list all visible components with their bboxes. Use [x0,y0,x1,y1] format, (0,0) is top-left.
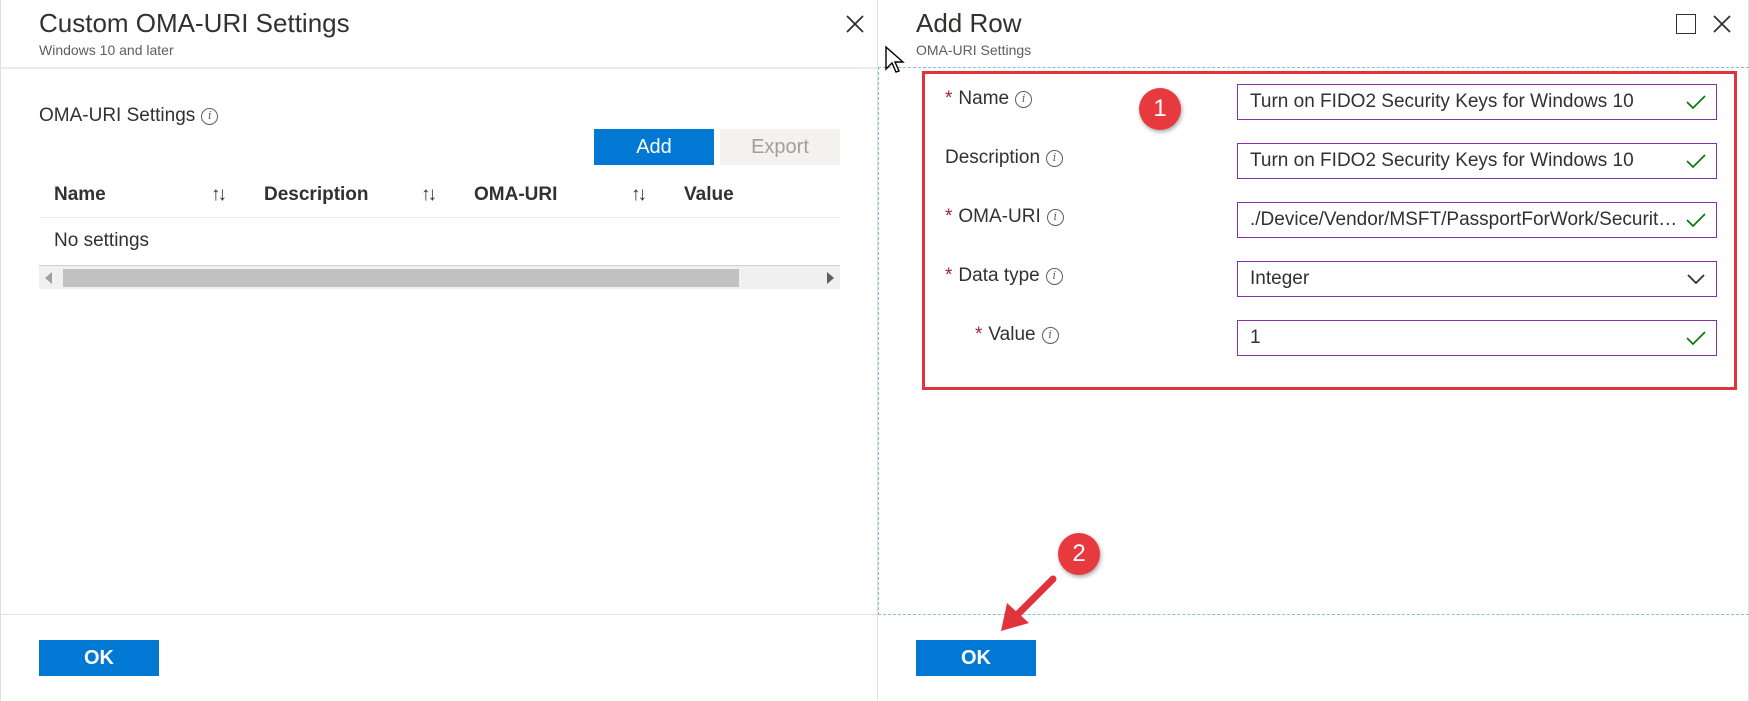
form-label-data-type: * Data type i [945,265,1063,287]
value-field[interactable]: 1 [1237,320,1717,356]
info-icon[interactable]: i [1041,326,1059,344]
close-icon[interactable] [1708,10,1736,38]
description-field-value: Turn on FIDO2 Security Keys for Windows … [1250,150,1634,171]
column-header-name[interactable]: Name [54,184,106,206]
settings-table-header: Name ↑↓ Description ↑↓ OMA-URI ↑↓ Value [39,176,840,218]
custom-oma-uri-blade: Custom OMA-URI Settings Windows 10 and l… [0,0,878,701]
scroll-right-icon[interactable] [827,272,834,284]
check-icon [1686,95,1706,110]
check-icon [1686,154,1706,169]
sort-icon[interactable]: ↑↓ [421,184,437,206]
footer-divider [1,614,878,615]
form-label-value: * Value i [975,324,1059,346]
blade-subtitle: Windows 10 and later [39,42,174,58]
oma-uri-field[interactable]: ./Device/Vendor/MSFT/PassportForWork/Sec… [1237,202,1717,238]
required-marker: * [945,206,953,227]
check-icon [1686,213,1706,228]
info-icon[interactable]: i [1045,267,1063,285]
label-text: Description [945,147,1041,168]
check-icon [1686,331,1706,346]
header-divider [1,67,878,69]
annotation-badge-1: 1 [1139,88,1181,130]
required-marker: * [975,324,983,345]
label-text: OMA-URI [958,206,1041,227]
blade-title: Custom OMA-URI Settings [39,8,350,38]
section-label-text: OMA-URI Settings [39,105,196,126]
column-header-value[interactable]: Value [684,184,734,206]
info-icon[interactable]: i [201,107,219,125]
form-label-name: * Name i [945,88,1033,110]
horizontal-scrollbar[interactable] [39,265,840,289]
form-label-oma-uri: * OMA-URI i [945,206,1064,228]
name-field-value: Turn on FIDO2 Security Keys for Windows … [1250,91,1634,112]
blade-subtitle: OMA-URI Settings [916,42,1032,58]
info-icon[interactable]: i [1015,90,1033,108]
close-icon[interactable] [841,10,869,38]
scroll-left-icon[interactable] [45,272,52,284]
blade-title: Add Row [916,8,1022,38]
label-text: Name [958,88,1010,109]
add-button[interactable]: Add [594,129,714,165]
required-marker: * [945,88,953,109]
section-label: OMA-URI Settings i [39,105,219,127]
cursor-icon [885,45,905,73]
export-button: Export [720,129,840,165]
oma-uri-field-value: ./Device/Vendor/MSFT/PassportForWork/Sec… [1250,209,1686,230]
focus-outline [878,67,1749,68]
annotation-arrow-icon [1001,575,1057,631]
annotation-badge-2: 2 [1058,533,1100,575]
scrollbar-thumb[interactable] [63,269,739,287]
ok-button-left[interactable]: OK [39,640,159,676]
label-text: Data type [958,265,1040,286]
data-type-dropdown[interactable]: Integer [1237,261,1717,297]
sort-icon[interactable]: ↑↓ [211,184,227,206]
empty-table-message: No settings [54,230,150,251]
column-header-oma-uri[interactable]: OMA-URI [474,184,557,206]
ok-button-right[interactable]: OK [916,640,1036,676]
data-type-selected-value: Integer [1250,268,1310,289]
info-icon[interactable]: i [1046,149,1064,167]
focus-outline [878,67,879,615]
page: Custom OMA-URI Settings Windows 10 and l… [0,0,1749,701]
description-field[interactable]: Turn on FIDO2 Security Keys for Windows … [1237,143,1717,179]
value-field-value: 1 [1250,327,1261,348]
label-text: Value [988,324,1036,345]
required-marker: * [945,265,953,286]
sort-icon[interactable]: ↑↓ [631,184,647,206]
column-header-description[interactable]: Description [264,184,369,206]
maximize-icon[interactable] [1676,14,1696,34]
info-icon[interactable]: i [1046,208,1064,226]
form-label-description: Description i [945,147,1064,169]
chevron-down-icon[interactable] [1686,272,1706,286]
name-field[interactable]: Turn on FIDO2 Security Keys for Windows … [1237,84,1717,120]
